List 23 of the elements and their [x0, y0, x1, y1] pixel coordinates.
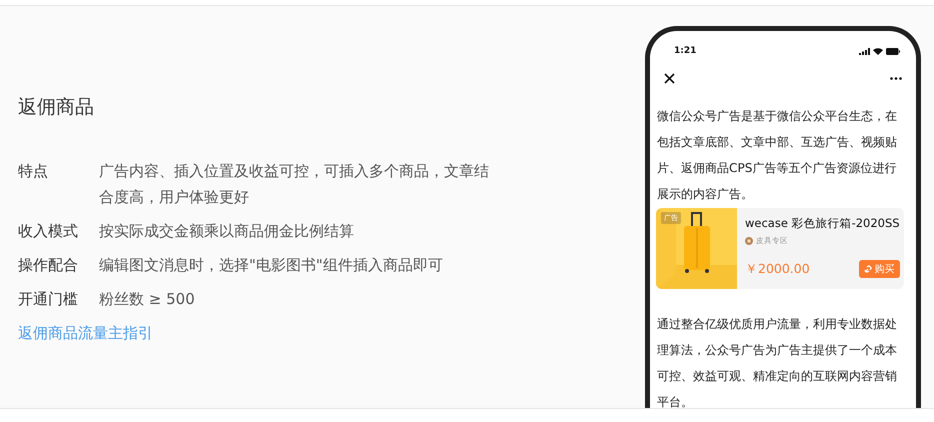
- guide-link[interactable]: 返佣商品流量主指引: [18, 324, 153, 342]
- detail-value: 广告内容、插入位置及收益可控，可插入多个商品，文章结合度高，用户体验更好: [99, 161, 490, 208]
- product-price: ￥2000.00: [745, 260, 810, 278]
- intro-paragraph: 微信公众号广告是基于微信公众平台生态，在包括文章底部、文章中部、互选广告、视频贴片、返佣商品CPS广告等五个广告资源位进行展示的内容广告。: [656, 108, 898, 203]
- detail-label: 收入模式: [18, 221, 79, 242]
- section-title: 返佣商品: [18, 95, 94, 120]
- wifi-icon: [873, 48, 883, 54]
- battery-icon: [886, 48, 900, 54]
- detail-value: 按实际成交金额乘以商品佣金比例结算: [99, 221, 355, 242]
- more-icon[interactable]: [890, 76, 902, 80]
- close-icon[interactable]: [664, 72, 675, 84]
- intro-paragraph: 通过整合亿级优质用户流量，利用专业数据处理算法，公众号广告为广告主提供了一个成本可控、效益可观、精准定向的互联网内容营销平台。: [656, 316, 898, 408]
- detail-label: 特点: [18, 161, 49, 182]
- status-time: 1:21: [674, 46, 696, 56]
- product-title: wecase 彩色旅行箱-2020SS: [745, 216, 900, 231]
- detail-label: 操作配合: [18, 255, 79, 276]
- link-icon: [864, 265, 872, 273]
- buy-button[interactable]: 购买: [858, 260, 900, 278]
- detail-label: 开通门槛: [18, 289, 79, 310]
- detail-value: 编辑图文消息时，选择"电影图书"组件插入商品即可: [99, 255, 444, 276]
- detail-value: 粉丝数 ≥ 500: [99, 289, 196, 310]
- signal-icon: [859, 48, 870, 54]
- shop-icon: [745, 237, 753, 245]
